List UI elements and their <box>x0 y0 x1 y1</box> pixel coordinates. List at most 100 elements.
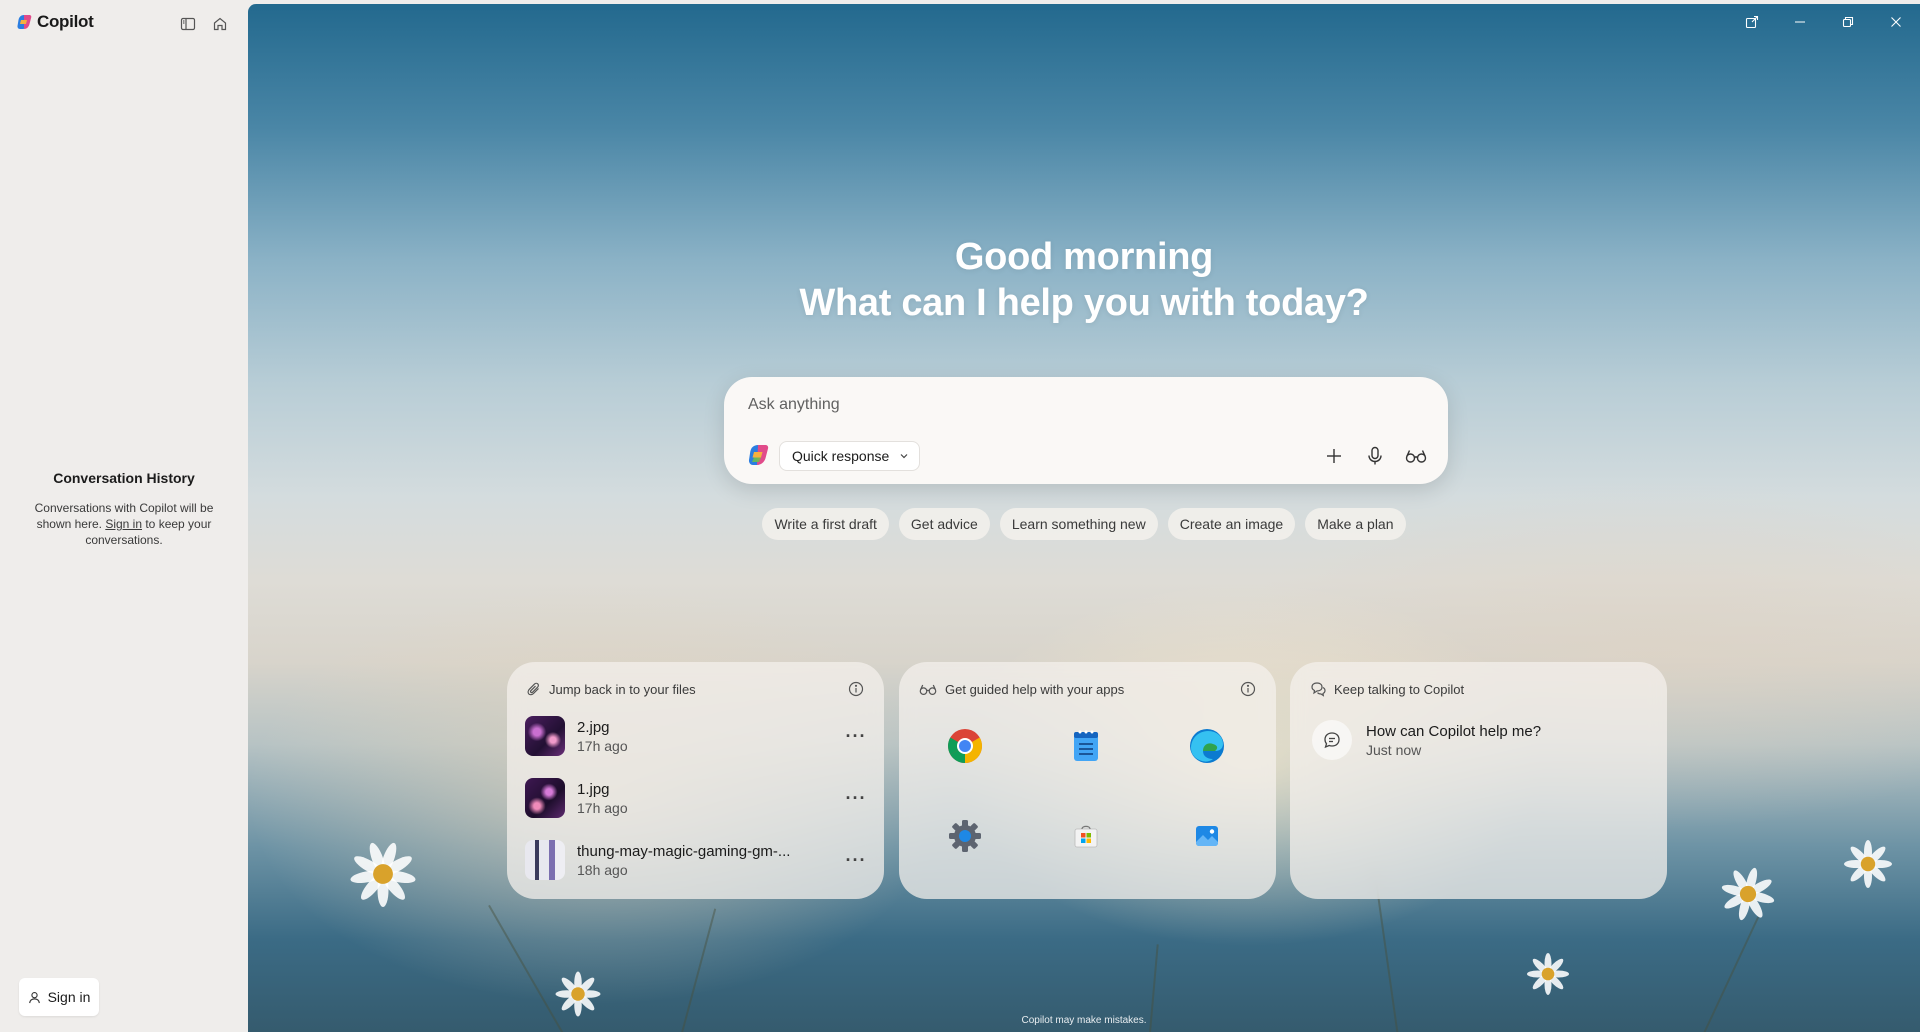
file-info: 2.jpg 17h ago <box>577 719 812 754</box>
copilot-logo-icon <box>748 445 769 465</box>
file-thumbnail <box>525 778 565 818</box>
suggestion-chip[interactable]: Write a first draft <box>762 508 889 540</box>
ellipsis-icon: ··· <box>845 787 867 808</box>
files-card: Jump back in to your files 2.jpg 17h ago… <box>507 662 884 899</box>
copilot-logo-icon <box>17 15 32 29</box>
file-thumbnail <box>525 840 565 880</box>
suggestion-chip[interactable]: Create an image <box>1167 508 1296 540</box>
conversation-info: How can Copilot help me? Just now <box>1366 723 1541 758</box>
more-options-button[interactable]: ··· <box>842 846 870 874</box>
disclaimer-text: Copilot may make mistakes. <box>1021 1015 1147 1026</box>
conversations-card-title: Keep talking to Copilot <box>1334 681 1465 697</box>
glasses-icon <box>919 684 937 695</box>
files-card-header: Jump back in to your files <box>527 676 864 702</box>
ellipsis-icon: ··· <box>845 849 867 870</box>
app-tile-photos[interactable] <box>1179 808 1235 864</box>
suggestion-chip[interactable]: Make a plan <box>1305 508 1406 540</box>
file-item[interactable]: 1.jpg 17h ago ··· <box>525 774 870 822</box>
vision-button[interactable] <box>1401 441 1431 471</box>
conversations-card: Keep talking to Copilot How can Copilot … <box>1290 662 1667 899</box>
plus-icon <box>1327 449 1341 463</box>
file-time: 17h ago <box>577 737 628 754</box>
apps-card: Get guided help with your apps <box>899 662 1276 899</box>
settings-icon <box>949 820 981 852</box>
history-description: Conversations with Copilot will be shown… <box>24 500 224 548</box>
greeting-subtitle: What can I help you with today? <box>799 282 1369 324</box>
photos-icon <box>1196 826 1218 846</box>
more-options-button[interactable]: ··· <box>842 784 870 812</box>
files-card-title: Jump back in to your files <box>549 681 696 697</box>
file-name: 2.jpg <box>577 718 610 736</box>
home-button[interactable] <box>208 12 232 36</box>
edge-icon <box>1190 729 1224 763</box>
flower-stem <box>488 904 570 1032</box>
sign-in-label: Sign in <box>47 989 91 1005</box>
suggestion-chips: Write a first draft Get advice Learn som… <box>248 508 1920 540</box>
glasses-icon <box>1405 450 1427 463</box>
sidebar-toggle-button[interactable] <box>176 12 200 36</box>
add-attachment-button[interactable] <box>1319 441 1349 471</box>
file-item[interactable]: 2.jpg 17h ago ··· <box>525 712 870 760</box>
conversation-icon-wrap <box>1312 720 1352 760</box>
history-signin-link[interactable]: Sign in <box>105 517 142 531</box>
suggestion-chip[interactable]: Learn something new <box>999 508 1158 540</box>
sign-in-button[interactable]: Sign in <box>19 978 99 1016</box>
app-tile-chrome[interactable] <box>937 718 993 774</box>
file-thumbnail <box>525 716 565 756</box>
response-mode-select[interactable]: Quick response <box>779 441 921 471</box>
paperclip-icon <box>527 682 539 696</box>
chat-bubbles-icon <box>1311 682 1326 697</box>
file-name: 1.jpg <box>577 780 610 798</box>
brand[interactable]: Copilot <box>16 12 94 32</box>
conversation-item[interactable]: How can Copilot help me? Just now <box>1312 716 1642 764</box>
apps-card-header: Get guided help with your apps <box>919 676 1256 702</box>
store-icon <box>1074 825 1098 848</box>
conversation-time: Just now <box>1366 741 1422 758</box>
flower-stem <box>678 908 717 1032</box>
conversations-card-header: Keep talking to Copilot <box>1310 676 1647 702</box>
apps-card-title: Get guided help with your apps <box>945 681 1125 697</box>
chat-bubble-icon <box>1324 732 1340 749</box>
pop-out-icon <box>1745 15 1759 29</box>
chevron-down-icon <box>900 454 908 459</box>
window-controls <box>1728 8 1920 36</box>
sidebar: Copilot Conversation History Conversatio… <box>0 0 248 1032</box>
minimize-icon <box>1795 21 1805 23</box>
chrome-icon <box>948 729 982 763</box>
suggestion-chip[interactable]: Get advice <box>898 508 990 540</box>
app-tile-notepad[interactable] <box>1058 718 1114 774</box>
sidebar-toggle-icon <box>180 17 196 31</box>
app-tile-edge[interactable] <box>1179 718 1235 774</box>
file-info: thung-may-magic-gaming-gm-... 18h ago <box>577 843 812 878</box>
response-mode-label: Quick response <box>792 448 890 464</box>
file-time: 18h ago <box>577 861 628 878</box>
close-button[interactable] <box>1872 8 1920 36</box>
app-tile-store[interactable] <box>1058 808 1114 864</box>
microphone-icon <box>1368 446 1382 465</box>
conversation-history: Conversation History Conversations with … <box>0 470 248 548</box>
close-icon <box>1891 17 1901 27</box>
file-name: thung-may-magic-gaming-gm-... <box>577 842 791 860</box>
main-area: Good morning What can I help you with to… <box>248 4 1920 1032</box>
more-options-button[interactable]: ··· <box>842 722 870 750</box>
greeting-title: Good morning <box>954 236 1214 278</box>
info-icon[interactable] <box>1240 681 1256 697</box>
restore-button[interactable] <box>1824 8 1872 36</box>
message-composer: Quick response <box>724 377 1448 484</box>
ellipsis-icon: ··· <box>845 725 867 746</box>
restore-icon <box>1842 16 1854 28</box>
history-title: Conversation History <box>53 470 195 486</box>
file-time: 17h ago <box>577 799 628 816</box>
home-icon <box>213 17 227 31</box>
file-item[interactable]: thung-may-magic-gaming-gm-... 18h ago ··… <box>525 836 870 884</box>
app-tile-settings[interactable] <box>937 808 993 864</box>
minimize-button[interactable] <box>1776 8 1824 36</box>
info-icon[interactable] <box>848 681 864 697</box>
ask-input[interactable] <box>748 393 1408 417</box>
notepad-icon <box>1074 730 1098 761</box>
conversation-title: How can Copilot help me? <box>1366 722 1542 740</box>
person-icon <box>28 991 40 1003</box>
file-info: 1.jpg 17h ago <box>577 781 812 816</box>
voice-button[interactable] <box>1360 441 1390 471</box>
pop-out-button[interactable] <box>1728 8 1776 36</box>
